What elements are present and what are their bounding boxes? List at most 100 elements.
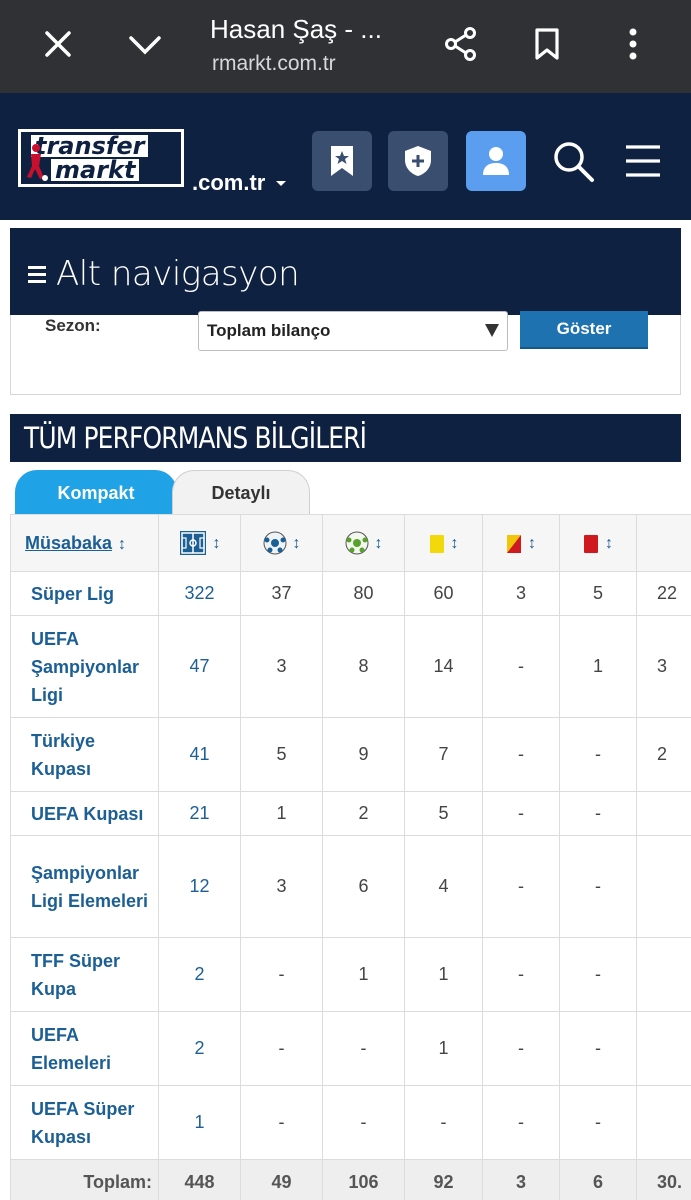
competition-link[interactable]: Türkiye Kupası (10, 717, 159, 792)
appearances-link[interactable]: 47 (158, 615, 241, 718)
season-label: Sezon: (45, 316, 101, 335)
cell-goals: 3 (240, 615, 323, 718)
cell-second-yellow: - (482, 717, 560, 792)
total-yellow: 92 (404, 1159, 483, 1200)
bookmark-button[interactable] (525, 22, 569, 66)
close-icon (45, 31, 71, 57)
more-menu-button[interactable] (611, 22, 655, 66)
close-tab-button[interactable] (36, 22, 80, 66)
cell-red: - (559, 791, 637, 836)
show-button[interactable]: Göster (520, 311, 648, 349)
cell-minutes (636, 937, 691, 1012)
competition-link[interactable]: UEFA Süper Kupası (10, 1085, 159, 1160)
total-minutes: 30. (636, 1159, 691, 1200)
list-icon (28, 266, 46, 287)
competition-link[interactable]: Süper Lig (10, 571, 159, 616)
page-url[interactable]: rmarkt.com.tr (212, 52, 336, 76)
bookmark-star-icon (331, 146, 353, 176)
appearances-link[interactable]: 21 (158, 791, 241, 836)
season-select[interactable]: Toplam bilanço (198, 311, 508, 351)
cell-yellow: 1 (404, 1011, 483, 1086)
performance-title: TÜM PERFORMANS BİLGİLERİ (24, 421, 367, 455)
total-assists: 106 (322, 1159, 405, 1200)
tab-detailed[interactable]: Detaylı (172, 470, 310, 516)
sort-icon: ↕ (374, 534, 383, 552)
header-yellow-cards[interactable]: ↕ (404, 514, 483, 572)
competition-link[interactable]: Şampiyonlar Ligi Elemeleri (10, 835, 159, 938)
share-button[interactable] (439, 22, 483, 66)
transfermarkt-logo[interactable]: transfer markt (18, 129, 184, 187)
cell-second-yellow: - (482, 937, 560, 1012)
season-value: Toplam bilanço (207, 321, 331, 340)
sort-icon: ↕ (292, 534, 301, 552)
sort-icon: ↕ (212, 534, 221, 552)
cell-minutes (636, 835, 691, 938)
search-button[interactable] (545, 133, 601, 189)
performance-table-wrapper[interactable]: Müsabaka ↕ ↕ ↕ ↕ ↕ ↕ ↕ Süper Lig 322 37 80 60… (10, 514, 691, 1200)
cell-yellow: 1 (404, 937, 483, 1012)
cell-yellow: 4 (404, 835, 483, 938)
total-label: Toplam: (10, 1159, 159, 1200)
cell-yellow: - (404, 1085, 483, 1160)
header-goals[interactable]: ↕ (240, 514, 323, 572)
page-title: Hasan Şaş - ... (210, 14, 382, 44)
competition-link[interactable]: UEFA Kupası (10, 791, 159, 836)
appearances-link[interactable]: 41 (158, 717, 241, 792)
appearances-link[interactable]: 2 (158, 1011, 241, 1086)
cell-goals: 3 (240, 835, 323, 938)
cell-second-yellow: - (482, 835, 560, 938)
yellow-card-icon (429, 534, 444, 553)
watchlist-button[interactable] (312, 131, 372, 191)
cell-red: - (559, 1085, 637, 1160)
cell-assists: 80 (322, 571, 405, 616)
club-shield-button[interactable] (388, 131, 448, 191)
dropdown-arrow-icon (485, 324, 499, 337)
header-second-yellow[interactable]: ↕ (482, 514, 560, 572)
header-competition[interactable]: Müsabaka ↕ (10, 514, 159, 572)
appearances-link[interactable]: 1 (158, 1085, 241, 1160)
cell-goals: 37 (240, 571, 323, 616)
competition-link[interactable]: TFF Süper Kupa (10, 937, 159, 1012)
header-red-cards[interactable]: ↕ (559, 514, 637, 572)
cell-second-yellow: - (482, 615, 560, 718)
table-row: UEFA Şampiyonlar Ligi 47 3 8 14-1 3 (10, 615, 691, 718)
domain-label: .com.tr (192, 170, 266, 195)
cell-minutes (636, 791, 691, 836)
competition-link[interactable]: UEFA Şampiyonlar Ligi (10, 615, 159, 718)
total-row: Toplam: 448 49 106 92 3 6 30. (10, 1159, 691, 1200)
cell-minutes: 3 (636, 615, 691, 718)
profile-button[interactable] (466, 131, 526, 191)
more-vertical-icon (629, 28, 637, 60)
share-icon (445, 27, 476, 61)
total-goals: 49 (240, 1159, 323, 1200)
collapse-button[interactable] (123, 22, 167, 66)
appearances-link[interactable]: 322 (158, 571, 241, 616)
subnav-title: Alt navigasyon (56, 254, 300, 294)
sort-icon: ↕ (528, 535, 536, 553)
domain-selector[interactable]: .com.tr (192, 170, 287, 196)
user-icon (483, 147, 509, 175)
header-minutes (636, 514, 691, 572)
appearances-link[interactable]: 12 (158, 835, 241, 938)
shield-plus-icon (405, 146, 431, 176)
performance-table: Müsabaka ↕ ↕ ↕ ↕ ↕ ↕ ↕ Süper Lig 322 37 80 60… (10, 514, 691, 1200)
competition-link[interactable]: UEFA Elemeleri (10, 1011, 159, 1086)
cell-minutes (636, 1011, 691, 1086)
sort-icon: ↕ (605, 535, 613, 553)
main-menu-button[interactable] (615, 133, 671, 189)
red-card-icon (584, 534, 598, 553)
table-row: Şampiyonlar Ligi Elemeleri 12 3 6 4- - (10, 835, 691, 938)
header-appearances[interactable]: ↕ (158, 514, 241, 572)
cell-second-yellow: - (482, 1011, 560, 1086)
logo-line-2: markt (51, 158, 140, 182)
appearances-link[interactable]: 2 (158, 937, 241, 1012)
header-assists[interactable]: ↕ (322, 514, 405, 572)
cell-minutes: 2 (636, 717, 691, 792)
cell-assists: - (322, 1085, 405, 1160)
cell-assists: 9 (322, 717, 405, 792)
tab-compact[interactable]: Kompakt (15, 470, 177, 516)
sort-icon: ↕ (118, 535, 127, 553)
subnav-toggle[interactable]: Alt navigasyon (10, 228, 681, 315)
cell-minutes (636, 1085, 691, 1160)
yellow-red-card-icon (507, 534, 521, 553)
